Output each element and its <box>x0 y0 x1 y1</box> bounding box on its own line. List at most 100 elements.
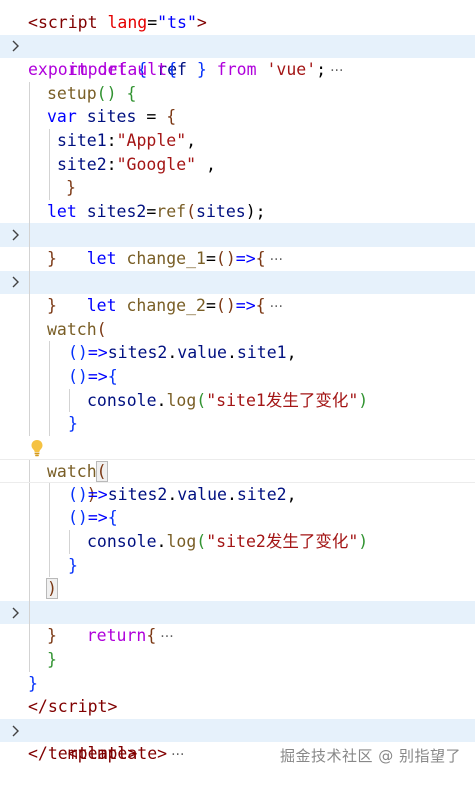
code-line-12: let change_2=()=>{··· <box>0 270 475 315</box>
code-line-15: ()=>sites2.value.site1, <box>0 341 475 365</box>
token: . <box>226 484 237 504</box>
token: < <box>28 13 38 32</box>
indent-guide <box>69 530 70 554</box>
code-line-16: ()=>{ <box>0 364 475 389</box>
token: </ <box>28 697 48 717</box>
token: ( <box>186 201 197 221</box>
code-line-7: site2:"Google" , <box>0 152 475 177</box>
token: export <box>28 60 88 80</box>
code-line-26: return{··· <box>0 600 475 645</box>
token: ) <box>46 578 58 600</box>
token: > <box>127 744 138 764</box>
code-line-10: let change_1=()=>{··· <box>0 223 475 268</box>
indent-guide <box>29 648 30 672</box>
token: . <box>156 390 167 410</box>
token: } <box>47 296 57 316</box>
token: } <box>68 414 78 434</box>
code-line-31: <template> ··· <box>0 718 475 763</box>
code-line-3: export default{ <box>0 58 475 82</box>
token: ( <box>96 319 107 339</box>
token: = <box>147 13 158 32</box>
token: ) <box>358 390 369 410</box>
token: "site1发生了变化" <box>206 390 359 410</box>
chevron-right-icon[interactable] <box>8 223 22 247</box>
indent-guide <box>29 600 30 625</box>
indent-guide <box>49 553 50 578</box>
indent-guide <box>49 128 50 153</box>
token: site2 <box>236 484 287 504</box>
code-editor[interactable]: <script lang="ts"> import { ref } from '… <box>0 11 475 766</box>
indent-guide <box>29 223 30 247</box>
code-line-11: } <box>0 246 475 271</box>
token: } <box>66 178 76 198</box>
chevron-right-icon[interactable] <box>8 35 22 59</box>
token: () <box>68 343 88 363</box>
token: : <box>106 154 117 174</box>
token: . <box>167 343 178 363</box>
indent-guide <box>49 341 50 365</box>
token: log <box>166 532 197 552</box>
indent-guide <box>29 553 30 578</box>
token: sites2 <box>86 201 147 221</box>
token: . <box>167 484 178 504</box>
indent-guide <box>29 246 30 271</box>
indent-guide <box>29 317 30 342</box>
token: log <box>166 390 197 410</box>
chevron-right-icon[interactable] <box>8 601 22 625</box>
code-line-1: <script lang="ts"> <box>0 11 475 35</box>
indent-guide <box>49 388 50 413</box>
token: , <box>286 484 297 504</box>
token: } <box>47 626 57 646</box>
chevron-right-icon[interactable] <box>8 719 22 743</box>
token: setup <box>47 83 97 103</box>
token: () <box>96 83 127 103</box>
indent-guide <box>29 412 30 436</box>
indent-guide <box>29 199 30 224</box>
code-line-22: ()=>{ <box>0 506 475 531</box>
token: : <box>106 130 117 150</box>
token: { <box>107 366 118 386</box>
token: => <box>87 366 108 386</box>
code-line-8: } <box>0 176 475 200</box>
token: } <box>47 248 57 268</box>
code-line-21: ()=>sites2.value.site2, <box>0 482 475 507</box>
token: ) <box>358 532 369 552</box>
indent-guide <box>29 176 30 200</box>
token: sites2 <box>107 343 168 363</box>
lightbulb-icon[interactable] <box>30 439 44 457</box>
indent-guide <box>49 530 50 554</box>
chevron-right-icon[interactable] <box>8 271 22 295</box>
token: } <box>68 555 78 575</box>
indent-guide <box>29 294 30 318</box>
token: { <box>126 83 137 103</box>
token: ( <box>95 461 108 483</box>
token: site1 <box>57 130 107 150</box>
code-line-25: ) <box>0 577 475 601</box>
indent-guide <box>49 482 50 507</box>
token: </ <box>28 744 48 764</box>
code-line-18: } <box>0 412 475 436</box>
indent-guide <box>49 176 50 200</box>
code-line-14: watch( <box>0 317 475 342</box>
code-line-30: </script> <box>0 695 475 719</box>
token: } <box>47 650 57 670</box>
token: script <box>47 697 108 717</box>
token: } <box>28 673 38 693</box>
token: () <box>68 508 88 528</box>
token: ); <box>245 201 266 221</box>
indent-guide <box>69 388 70 413</box>
indent-guide <box>29 364 30 389</box>
token: template <box>47 744 128 764</box>
token: sites2 <box>107 484 168 504</box>
token: let <box>47 201 77 221</box>
code-line-28: } <box>0 648 475 672</box>
token: var <box>47 107 77 127</box>
token: , <box>186 130 197 150</box>
indent-guide <box>49 152 50 177</box>
token: lang <box>107 13 148 32</box>
code-line-5: var sites = { <box>0 105 475 129</box>
indent-guide <box>29 506 30 531</box>
token: , <box>286 343 297 363</box>
